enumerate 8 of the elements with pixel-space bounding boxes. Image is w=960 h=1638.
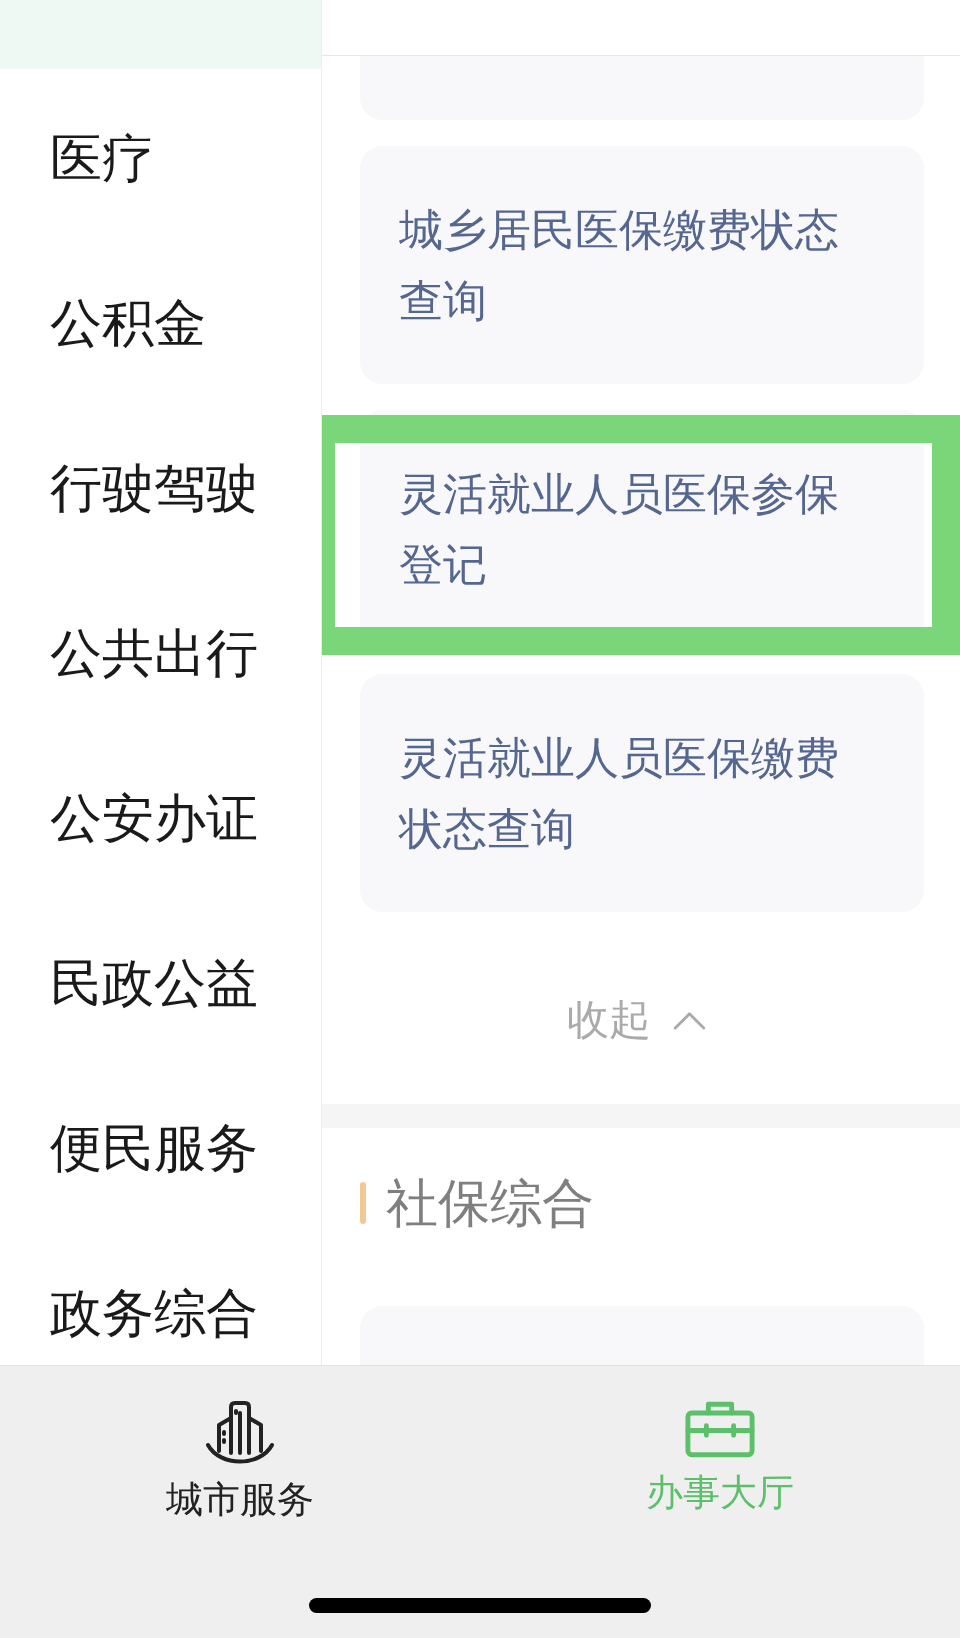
buildings-icon [204,1399,276,1465]
service-card[interactable]: 灵活就业人员医保缴费状态查询 [360,674,924,912]
chevron-up-icon [672,1010,706,1030]
briefcase-icon [685,1399,755,1458]
tab-bar-item[interactable]: 城市服务 [0,1366,480,1518]
section-marker-icon [360,1182,366,1224]
section-title: 社保综合 [386,1177,594,1229]
service-card[interactable]: 城乡居民医保缴费状态查询 [360,146,924,384]
